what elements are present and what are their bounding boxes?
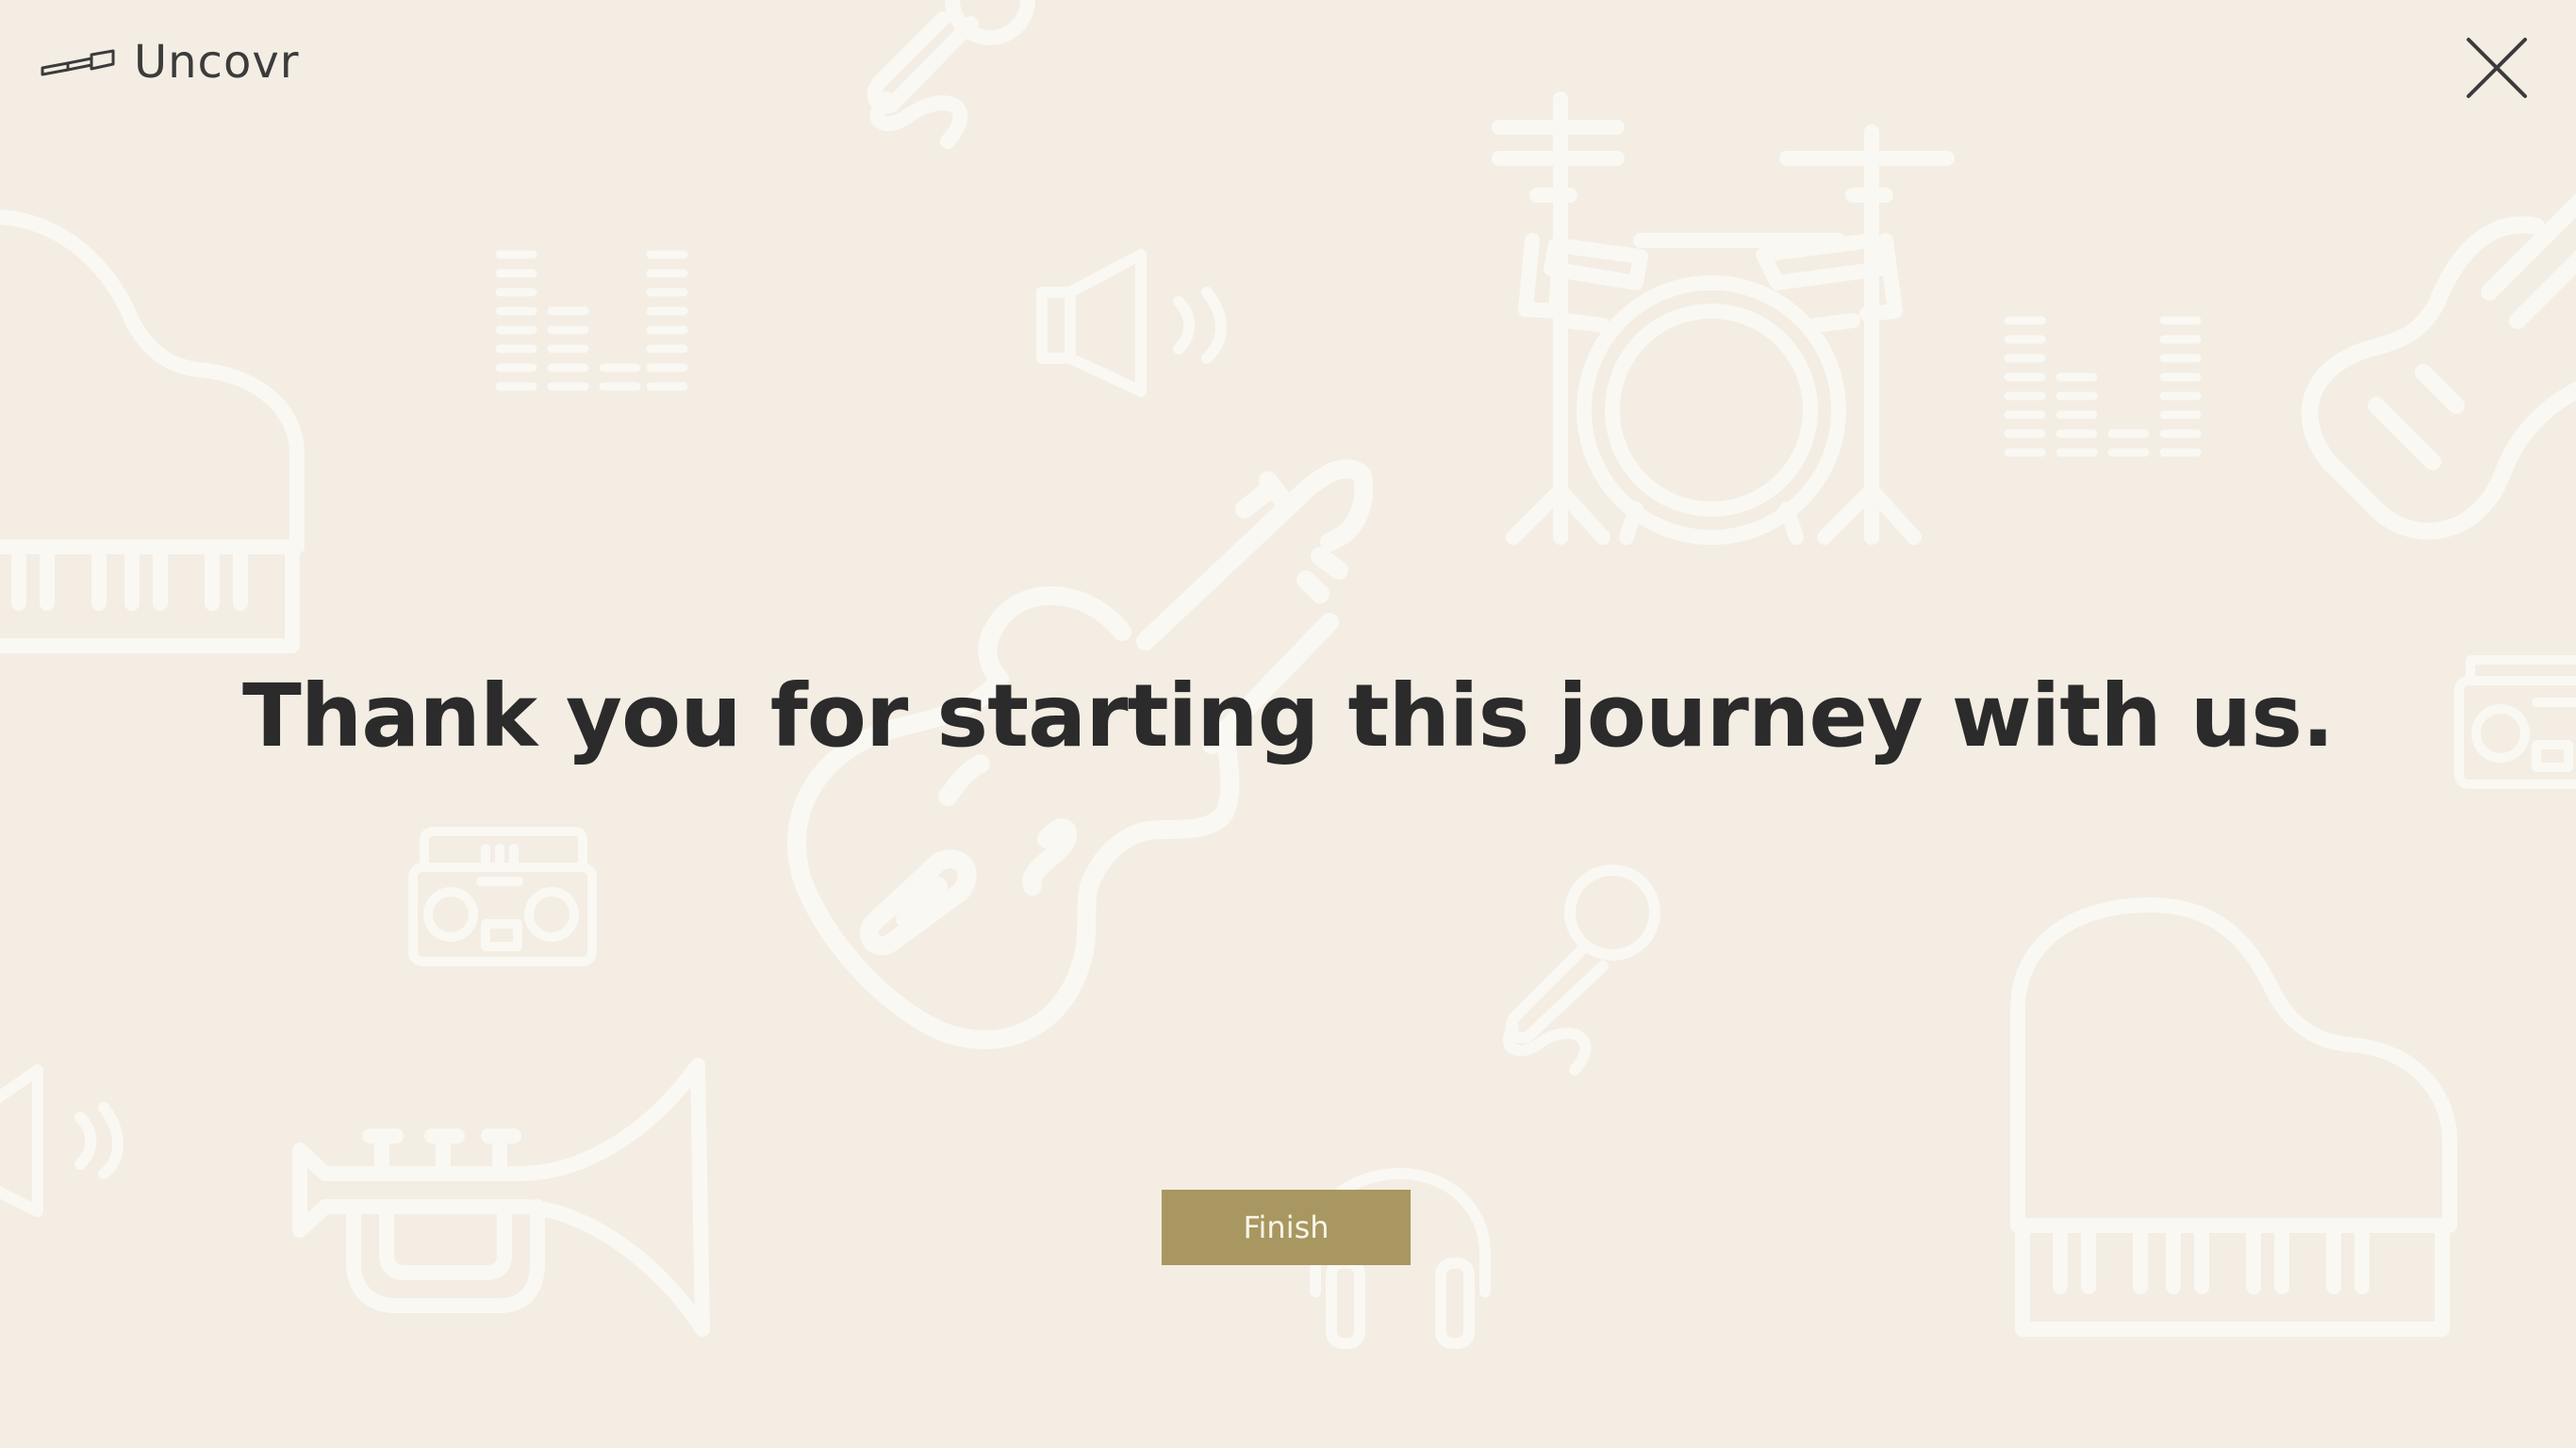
guitar-icon bbox=[2301, 193, 2576, 540]
close-button[interactable] bbox=[2463, 34, 2531, 102]
drum-kit-icon bbox=[1492, 91, 1955, 545]
speaker-icon bbox=[0, 1064, 124, 1217]
piano-icon bbox=[0, 209, 305, 653]
equalizer-icon bbox=[495, 250, 688, 391]
microphone-icon bbox=[1502, 864, 1660, 1076]
equalizer-icon bbox=[2004, 316, 2202, 457]
trumpet-icon bbox=[292, 1058, 710, 1337]
microphone-icon bbox=[867, 0, 1035, 149]
close-icon bbox=[2467, 38, 2527, 98]
piano-icon bbox=[2010, 897, 2457, 1337]
speaker-icon bbox=[1036, 249, 1227, 397]
app-logo: Uncovr bbox=[40, 32, 299, 92]
boombox-icon bbox=[408, 827, 597, 966]
thank-you-headline: Thank you for starting this journey with… bbox=[242, 666, 2335, 766]
finish-button[interactable]: Finish bbox=[1162, 1190, 1411, 1265]
telescope-icon bbox=[40, 43, 117, 81]
app-name: Uncovr bbox=[134, 36, 300, 89]
